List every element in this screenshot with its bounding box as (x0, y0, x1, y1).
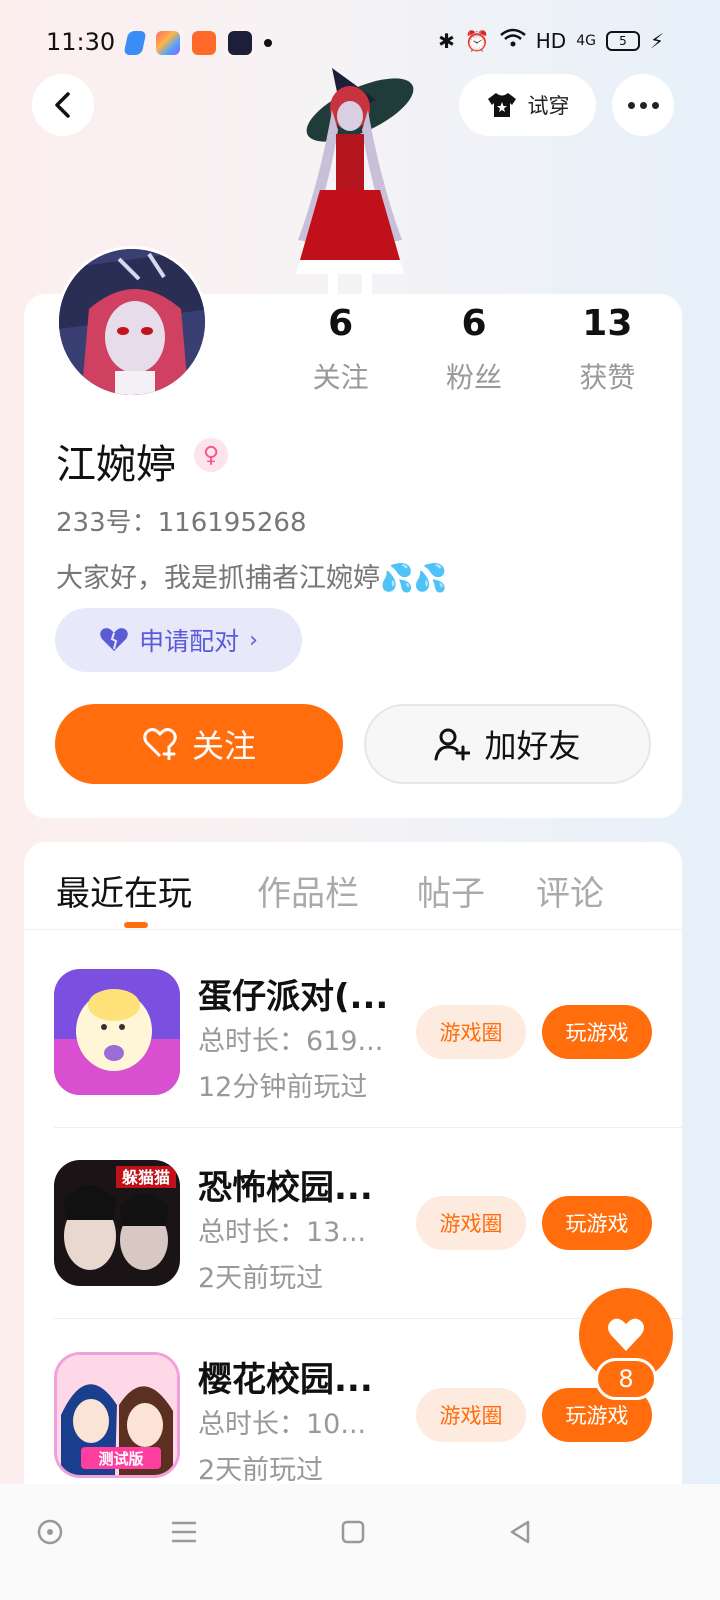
stat-label: 获赞 (579, 361, 636, 394)
game-last-played: 2天前玩过 (198, 1263, 324, 1294)
user-id: 233号：116195268 (56, 508, 307, 538)
battery-level: 5 (619, 33, 627, 48)
request-pair-label: 申请配对 (139, 627, 240, 656)
add-friend-button[interactable]: 加好友 (364, 704, 651, 784)
game-playtime: 总时长：10... (198, 1409, 367, 1440)
play-game-button[interactable]: 玩游戏 (542, 1196, 652, 1250)
game-last-played: 2天前玩过 (198, 1455, 324, 1486)
heart-icon (100, 628, 128, 651)
stat-likes[interactable]: 13 获赞 (541, 302, 674, 396)
game-circle-button[interactable]: 游戏圈 (416, 1005, 526, 1059)
profile-stats: 6 关注 6 粉丝 13 获赞 (274, 302, 674, 396)
follow-label: 关注 (191, 727, 256, 765)
system-nav-bar (0, 1484, 720, 1600)
follow-button[interactable]: 关注 (55, 704, 343, 784)
stat-followers[interactable]: 6 粉丝 (407, 302, 540, 396)
bluetooth-icon: ✱ (438, 28, 455, 53)
tab-posts[interactable]: 帖子 (417, 866, 485, 915)
user-bio: 大家好，我是抓捕者江婉婷💦💦 (56, 556, 447, 595)
tab-recently-played[interactable]: 最近在玩 (56, 866, 192, 915)
stat-following[interactable]: 6 关注 (274, 302, 407, 396)
app-notification-icon (156, 31, 180, 55)
shirt-icon (487, 93, 516, 117)
game-icon[interactable]: 躲猫猫 (54, 1160, 180, 1286)
add-friend-label: 加好友 (484, 727, 581, 765)
tab-indicator (124, 922, 148, 928)
game-last-played: 12分钟前玩过 (198, 1072, 368, 1103)
stat-value: 6 (328, 303, 354, 344)
more-icon-dot (639, 101, 647, 109)
character-figure[interactable] (280, 60, 420, 294)
bio-text: 大家好，我是抓捕者江婉婷 (56, 563, 380, 594)
game-playtime: 总时长：619... (198, 1026, 384, 1057)
status-time: 11:30 (46, 28, 116, 56)
games-card: 最近在玩 作品栏 帖子 评论 蛋仔派对(... 总时长：619... 12分钟前… (24, 842, 682, 1542)
try-on-button[interactable]: 试穿 (459, 74, 596, 136)
list-item[interactable]: 蛋仔派对(... 总时长：619... 12分钟前玩过 游戏圈 玩游戏 (54, 969, 682, 1160)
alarm-icon: ⏰ (464, 28, 490, 53)
bio-emoji: 💦💦 (380, 563, 448, 594)
play-game-button[interactable]: 玩游戏 (542, 1005, 652, 1059)
menu-icon[interactable] (164, 1512, 204, 1552)
battery-icon: 5 (605, 30, 640, 51)
heart-icon (608, 1318, 644, 1351)
signal-icon: 4G (576, 32, 596, 49)
back-icon (55, 92, 70, 118)
game-title: 恐怖校园... (198, 1168, 373, 1208)
female-icon: ♀ (194, 438, 228, 472)
heart-plus-icon (143, 728, 177, 760)
game-icon[interactable]: 测试版 (54, 1352, 180, 1478)
divider (54, 1127, 682, 1128)
charging-icon: ⚡ (649, 28, 664, 53)
avatar[interactable] (56, 246, 208, 398)
game-icon-label: 躲猫猫 (122, 1168, 170, 1187)
status-app-icons (123, 31, 272, 55)
like-count-badge: 8 (595, 1358, 657, 1400)
network-type: HD (535, 28, 567, 53)
game-circle-button[interactable]: 游戏圈 (416, 1388, 526, 1442)
stat-label: 粉丝 (445, 361, 502, 394)
add-user-icon (434, 728, 471, 761)
game-circle-button[interactable]: 游戏圈 (416, 1196, 526, 1250)
request-pair-button[interactable]: 申请配对 › (55, 608, 302, 672)
more-button[interactable] (612, 74, 674, 136)
game-title: 樱花校园... (198, 1360, 373, 1400)
game-playtime: 总时长：13... (198, 1217, 367, 1248)
game-icon[interactable] (54, 969, 180, 1095)
back-nav-icon[interactable] (500, 1512, 540, 1552)
game-icon-label: 测试版 (98, 1450, 143, 1468)
stat-label: 关注 (312, 361, 369, 394)
tab-comments[interactable]: 评论 (536, 866, 604, 915)
more-icon (627, 101, 635, 109)
app-notification-icon (192, 31, 216, 55)
game-title: 蛋仔派对(... (198, 977, 389, 1017)
stat-value: 13 (582, 303, 633, 344)
try-on-label: 试穿 (527, 94, 570, 118)
app-notification-icon (123, 31, 147, 55)
stat-value: 6 (461, 303, 487, 344)
profile-tabs: 最近在玩 作品栏 帖子 评论 (24, 842, 682, 930)
chevron-right-icon: › (249, 627, 258, 653)
status-indicators: ✱ ⏰ HD 4G 5 ⚡ (438, 28, 664, 53)
more-icon-dot (651, 101, 659, 109)
user-name: 江婉婷 (56, 442, 176, 488)
wifi-icon (499, 28, 526, 53)
home-icon[interactable] (333, 1512, 373, 1552)
tab-works[interactable]: 作品栏 (257, 866, 359, 915)
more-notifications-dot (264, 39, 272, 47)
assistant-icon[interactable] (30, 1512, 70, 1552)
app-notification-icon (228, 31, 252, 55)
back-button[interactable] (32, 74, 94, 136)
